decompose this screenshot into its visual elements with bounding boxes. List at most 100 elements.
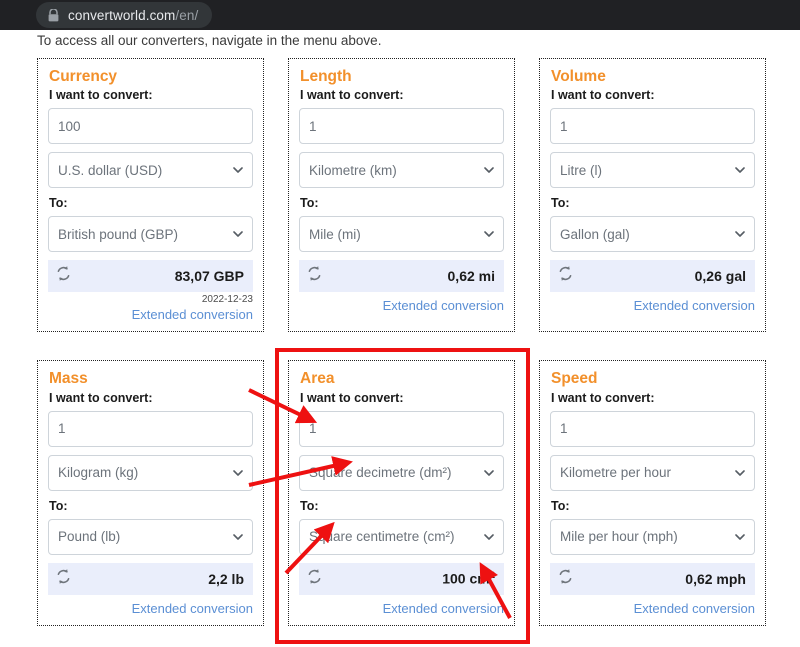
amount-input-length[interactable]: 1 bbox=[299, 108, 504, 144]
url-domain: convertworld.com bbox=[68, 8, 175, 23]
card-title-currency: Currency bbox=[49, 69, 253, 85]
converter-card-length: Length I want to convert: 1 Kilometre (km) T… bbox=[288, 58, 515, 332]
swap-arrows-icon bbox=[306, 265, 323, 282]
extended-conversion-link-length[interactable]: Extended conversion bbox=[299, 298, 504, 313]
convert-label: I want to convert: bbox=[49, 391, 253, 405]
extended-conversion-link-currency[interactable]: Extended conversion bbox=[48, 307, 253, 322]
result-bar-mass: 2,2 lb bbox=[48, 563, 253, 595]
from-unit-value: Square decimetre (dm²) bbox=[309, 465, 452, 480]
result-value-speed: 0,62 mph bbox=[685, 571, 746, 587]
chevron-down-icon bbox=[233, 534, 243, 540]
from-unit-select-mass[interactable]: Kilogram (kg) bbox=[48, 455, 253, 491]
chevron-down-icon bbox=[735, 231, 745, 237]
amount-input-area[interactable]: 1 bbox=[299, 411, 504, 447]
from-unit-select-currency[interactable]: U.S. dollar (USD) bbox=[48, 152, 253, 188]
to-unit-select-mass[interactable]: Pound (lb) bbox=[48, 519, 253, 555]
converter-row-1: Currency I want to convert: 100 U.S. dollar… bbox=[37, 58, 767, 332]
convert-label: I want to convert: bbox=[300, 391, 504, 405]
chevron-down-icon bbox=[233, 470, 243, 476]
from-unit-select-area[interactable]: Square decimetre (dm²) bbox=[299, 455, 504, 491]
convert-label: I want to convert: bbox=[300, 88, 504, 102]
result-text: 83,07 GBP bbox=[175, 268, 244, 284]
swap-units-button[interactable] bbox=[557, 568, 574, 590]
converter-grid: Currency I want to convert: 100 U.S. dollar… bbox=[37, 58, 767, 626]
amount-value: 100 bbox=[58, 119, 81, 134]
extended-conversion-link-volume[interactable]: Extended conversion bbox=[550, 298, 755, 313]
result-value-length: 0,62 mi bbox=[448, 268, 495, 284]
converter-card-currency: Currency I want to convert: 100 U.S. dollar… bbox=[37, 58, 264, 332]
browser-chrome: convertworld.com/en/ bbox=[0, 0, 800, 30]
extended-conversion-link-mass[interactable]: Extended conversion bbox=[48, 601, 253, 616]
address-bar[interactable]: convertworld.com/en/ bbox=[36, 2, 212, 28]
lock-icon bbox=[48, 9, 59, 22]
converter-card-mass: Mass I want to convert: 1 Kilogram (kg) To: P… bbox=[37, 360, 264, 625]
to-unit-select-speed[interactable]: Mile per hour (mph) bbox=[550, 519, 755, 555]
amount-input-speed[interactable]: 1 bbox=[550, 411, 755, 447]
chevron-down-icon bbox=[484, 470, 494, 476]
from-unit-select-volume[interactable]: Litre (l) bbox=[550, 152, 755, 188]
conversion-date: 2022-12-23 bbox=[48, 294, 253, 305]
swap-units-button[interactable] bbox=[55, 568, 72, 590]
chevron-down-icon bbox=[735, 167, 745, 173]
swap-arrows-icon bbox=[55, 265, 72, 282]
result-bar-speed: 0,62 mph bbox=[550, 563, 755, 595]
from-unit-value: Kilometre (km) bbox=[309, 163, 397, 178]
chevron-down-icon bbox=[233, 231, 243, 237]
result-bar-length: 0,62 mi bbox=[299, 260, 504, 292]
to-label: To: bbox=[49, 196, 253, 210]
amount-input-volume[interactable]: 1 bbox=[550, 108, 755, 144]
to-label: To: bbox=[49, 499, 253, 513]
swap-arrows-icon bbox=[306, 568, 323, 585]
amount-value: 1 bbox=[58, 421, 66, 436]
amount-value: 1 bbox=[560, 421, 568, 436]
to-unit-value: Square centimetre (cm²) bbox=[309, 529, 455, 544]
swap-units-button[interactable] bbox=[55, 265, 72, 287]
to-unit-value: Mile per hour (mph) bbox=[560, 529, 678, 544]
to-unit-value: Pound (lb) bbox=[58, 529, 120, 544]
amount-input-currency[interactable]: 100 bbox=[48, 108, 253, 144]
convert-label: I want to convert: bbox=[551, 88, 755, 102]
intro-text: To access all our converters, navigate i… bbox=[37, 33, 381, 48]
from-unit-select-speed[interactable]: Kilometre per hour bbox=[550, 455, 755, 491]
to-unit-select-currency[interactable]: British pound (GBP) bbox=[48, 216, 253, 252]
to-unit-select-length[interactable]: Mile (mi) bbox=[299, 216, 504, 252]
to-unit-value: Gallon (gal) bbox=[560, 227, 630, 242]
card-title-mass: Mass bbox=[49, 371, 253, 387]
page-content: To access all our converters, navigate i… bbox=[0, 30, 800, 647]
result-bar-currency: 83,07 GBP bbox=[48, 260, 253, 292]
chevron-down-icon bbox=[735, 470, 745, 476]
result-superscript: 2 bbox=[490, 570, 495, 581]
result-bar-volume: 0,26 gal bbox=[550, 260, 755, 292]
from-unit-value: Litre (l) bbox=[560, 163, 602, 178]
amount-value: 1 bbox=[309, 421, 317, 436]
to-label: To: bbox=[300, 196, 504, 210]
chevron-down-icon bbox=[484, 534, 494, 540]
result-value-mass: 2,2 lb bbox=[208, 571, 244, 587]
swap-units-button[interactable] bbox=[306, 568, 323, 590]
to-unit-select-area[interactable]: Square centimetre (cm²) bbox=[299, 519, 504, 555]
to-label: To: bbox=[300, 499, 504, 513]
result-bar-area: 100 cm2 bbox=[299, 563, 504, 595]
swap-units-button[interactable] bbox=[306, 265, 323, 287]
extended-conversion-link-speed[interactable]: Extended conversion bbox=[550, 601, 755, 616]
chevron-down-icon bbox=[233, 167, 243, 173]
swap-units-button[interactable] bbox=[557, 265, 574, 287]
convert-label: I want to convert: bbox=[551, 391, 755, 405]
chevron-down-icon bbox=[484, 167, 494, 173]
to-unit-value: Mile (mi) bbox=[309, 227, 361, 242]
converter-card-volume: VolumeI want to convert:1Litre (l)To:Gal… bbox=[539, 58, 766, 332]
swap-arrows-icon bbox=[557, 265, 574, 282]
card-title-volume: Volume bbox=[551, 69, 755, 85]
amount-value: 1 bbox=[560, 119, 568, 134]
from-unit-value: U.S. dollar (USD) bbox=[58, 163, 162, 178]
result-value-currency: 83,07 GBP bbox=[175, 268, 244, 284]
convert-label: I want to convert: bbox=[49, 88, 253, 102]
swap-arrows-icon bbox=[557, 568, 574, 585]
result-text: 0,26 gal bbox=[695, 268, 746, 284]
result-text: 0,62 mi bbox=[448, 268, 495, 284]
amount-input-mass[interactable]: 1 bbox=[48, 411, 253, 447]
extended-conversion-link-area[interactable]: Extended conversion bbox=[299, 601, 504, 616]
card-title-length: Length bbox=[300, 69, 504, 85]
to-unit-select-volume[interactable]: Gallon (gal) bbox=[550, 216, 755, 252]
from-unit-select-length[interactable]: Kilometre (km) bbox=[299, 152, 504, 188]
